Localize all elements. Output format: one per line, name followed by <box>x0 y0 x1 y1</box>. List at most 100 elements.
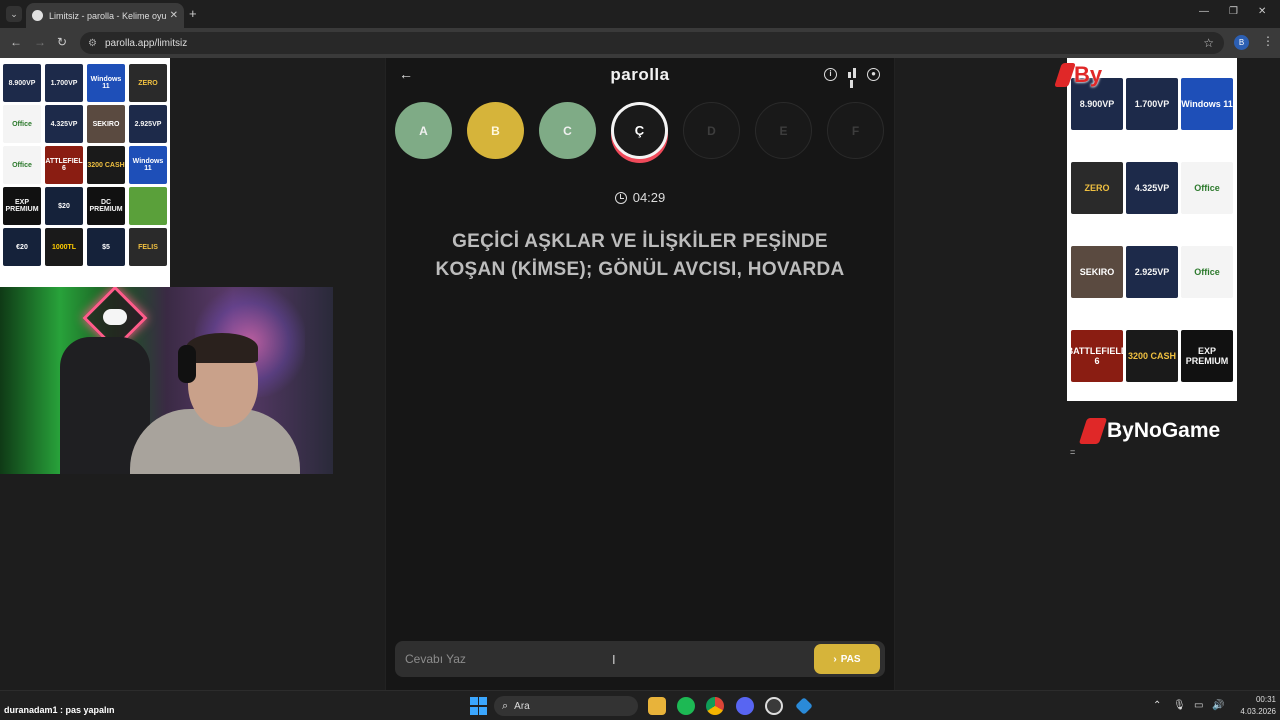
bynogame-badge: By <box>1054 62 1103 88</box>
right-ad-tile[interactable]: 4.325VP <box>1126 162 1178 214</box>
browser-tab-strip: ⌄ Limitsiz - parolla - Kelime oyunu ✕ + … <box>0 0 1280 28</box>
right-ad-tile[interactable]: 2.925VP <box>1126 246 1178 298</box>
browser-menu-icon[interactable]: ⋮ <box>1262 34 1274 48</box>
address-bar[interactable]: ⚙ parolla.app/limitsiz ☆ <box>80 32 1224 54</box>
file-explorer-icon[interactable] <box>648 697 666 715</box>
timer: 04:29 <box>385 190 895 205</box>
microphone-icon[interactable]: 🎙 <box>1173 700 1186 711</box>
tab-search-dropdown-icon[interactable]: ⌄ <box>6 6 22 22</box>
left-ad-tile[interactable]: 1.700VP <box>45 64 83 102</box>
letter-pending: E <box>755 102 812 159</box>
left-ad-tile[interactable]: ZERO <box>129 64 167 102</box>
right-ad-tile[interactable]: BATTLEFIELD 6 <box>1071 330 1123 382</box>
site-favicon-icon <box>32 10 43 21</box>
left-ad-tile[interactable]: Windows 11 <box>87 64 125 102</box>
site-info-icon[interactable]: ⚙ <box>88 38 97 49</box>
tab-title: Limitsiz - parolla - Kelime oyunu <box>49 10 166 21</box>
system-clock[interactable]: 00:31 4.03.2026 <box>1230 694 1276 718</box>
letter-correct: A <box>395 102 452 159</box>
left-ad-tile[interactable]: 2.925VP <box>129 105 167 143</box>
right-ad-tile[interactable]: Windows 11 <box>1181 78 1233 130</box>
left-ad-tile[interactable]: 4.325VP <box>45 105 83 143</box>
chevron-right-icon: › <box>833 653 837 665</box>
left-ad-tile[interactable]: 3200 CASH <box>87 146 125 184</box>
chat-message: duranadam1 : pas yapalın <box>4 705 115 715</box>
chrome-icon[interactable] <box>706 697 724 715</box>
gamepad-icon <box>103 309 127 325</box>
webcam-overlay <box>0 287 333 474</box>
close-window-icon[interactable]: ✕ <box>1258 6 1266 17</box>
new-tab-button[interactable]: + <box>189 6 197 21</box>
right-ad-tile[interactable]: Office <box>1181 162 1233 214</box>
letter-track: ABCÇDEF <box>395 102 895 162</box>
search-icon: ⌕ <box>502 699 509 712</box>
left-ad-tile[interactable]: Office <box>3 146 41 184</box>
timer-value: 04:29 <box>632 190 666 205</box>
answer-input[interactable] <box>395 641 805 677</box>
pass-button[interactable]: › PAS <box>814 644 880 674</box>
windows-start-icon[interactable] <box>470 697 488 715</box>
left-ad-tile[interactable]: 8.900VP <box>3 64 41 102</box>
bynogame-logo-text: ByNoGame <box>1107 419 1221 442</box>
minimize-window-icon[interactable]: — <box>1199 6 1209 17</box>
left-ad-tile[interactable]: Office <box>3 105 41 143</box>
right-ad-grid: 8.900VP 1.700VP Windows 11 ZERO 4.325VP Offic… <box>1071 78 1234 382</box>
tray-chevron-icon[interactable]: ⌃ <box>1153 700 1161 711</box>
app-diamond-icon[interactable] <box>795 697 813 715</box>
left-ad-tile[interactable]: DC PREMIUM <box>87 187 125 225</box>
left-ad-tile[interactable]: Windows 11 <box>129 146 167 184</box>
right-ad-tile[interactable]: Office <box>1181 246 1233 298</box>
right-ad-tile[interactable]: SEKIRO <box>1071 246 1123 298</box>
discord-icon[interactable] <box>736 697 754 715</box>
left-ad-tile[interactable]: BATTLEFIELD 6 <box>45 146 83 184</box>
bynogame-logo-banner[interactable]: ByNoGame <box>1067 401 1237 461</box>
right-ad-tile[interactable]: ZERO <box>1071 162 1123 214</box>
right-ad-tile[interactable]: 3200 CASH <box>1126 330 1178 382</box>
forward-icon[interactable]: → <box>34 35 46 49</box>
text-cursor-icon: I <box>612 652 616 667</box>
eq-mark: = <box>1070 447 1076 457</box>
back-icon[interactable]: ← <box>10 35 22 49</box>
right-ad-banner[interactable]: 8.900VP 1.700VP Windows 11 ZERO 4.325VP Offic… <box>1067 58 1237 401</box>
bynogame-mark-icon <box>1054 63 1076 87</box>
browser-tab[interactable]: Limitsiz - parolla - Kelime oyunu ✕ <box>26 3 184 28</box>
taskbar-search-label: Ara <box>514 700 530 712</box>
left-ad-tile[interactable]: €20 <box>3 228 41 266</box>
restore-window-icon[interactable]: ❐ <box>1229 6 1238 17</box>
bookmark-star-icon[interactable]: ☆ <box>1203 36 1214 50</box>
right-ad-tile[interactable]: 1.700VP <box>1126 78 1178 130</box>
profile-avatar[interactable]: B <box>1234 35 1249 50</box>
bynogame-badge-text: By <box>1074 62 1103 87</box>
info-icon[interactable]: i <box>824 68 837 81</box>
letter-pending: F <box>827 102 884 159</box>
bynogame-logo-icon <box>1078 418 1108 444</box>
streamer-hair <box>186 333 258 363</box>
clock-icon <box>614 192 627 204</box>
headset <box>178 345 196 383</box>
taskbar-search[interactable]: ⌕ Ara <box>494 696 638 716</box>
app-icon[interactable] <box>765 697 783 715</box>
network-icon[interactable]: ▭ <box>1194 700 1203 711</box>
left-ad-grid: 8.900VP 1.700VP Windows 11 ZERO Office 4.325V… <box>3 64 167 266</box>
spotify-icon[interactable] <box>677 697 695 715</box>
chat-text: : pas yapalın <box>57 705 115 715</box>
left-ad-banner[interactable]: 8.900VP 1.700VP Windows 11 ZERO Office 4.325V… <box>0 58 170 288</box>
stats-icon[interactable] <box>845 68 858 88</box>
left-ad-tile[interactable]: $20 <box>45 187 83 225</box>
clock-date: 4.03.2026 <box>1240 707 1276 716</box>
reload-icon[interactable]: ↻ <box>57 35 67 49</box>
account-icon[interactable]: ● <box>867 68 880 81</box>
right-ad-tile[interactable]: EXP PREMIUM <box>1181 330 1233 382</box>
left-ad-tile[interactable]: SEKIRO <box>87 105 125 143</box>
volume-icon[interactable]: 🔊 <box>1212 700 1224 711</box>
letter-pass: B <box>467 102 524 159</box>
tab-close-icon[interactable]: ✕ <box>170 10 178 21</box>
left-ad-tile[interactable]: 1000TL <box>45 228 83 266</box>
letter-correct: C <box>539 102 596 159</box>
left-ad-tile[interactable] <box>129 187 167 225</box>
left-ad-tile[interactable]: EXP PREMIUM <box>3 187 41 225</box>
page-title: parolla <box>610 65 670 84</box>
left-ad-tile[interactable]: $5 <box>87 228 125 266</box>
url-text[interactable]: parolla.app/limitsiz <box>105 38 187 49</box>
left-ad-tile[interactable]: FELIS <box>129 228 167 266</box>
